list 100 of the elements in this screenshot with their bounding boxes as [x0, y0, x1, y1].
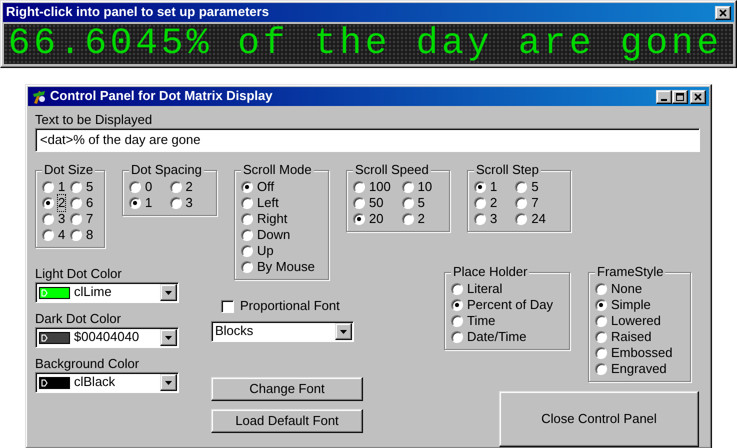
minimize-button[interactable] — [656, 90, 672, 104]
radio-button[interactable] — [42, 181, 54, 193]
font-dropdown[interactable]: Blocks — [211, 321, 354, 342]
radio-button[interactable] — [595, 315, 607, 327]
radio-label: 6 — [86, 194, 94, 212]
push-button[interactable]: Load Default Font — [211, 409, 363, 433]
color-dropdown[interactable]: $00404040 — [35, 327, 179, 348]
radio-label: None — [611, 280, 642, 298]
group-title: FrameStyle — [595, 264, 666, 280]
caret-icon — [165, 290, 172, 294]
radio-label: Engraved — [611, 360, 667, 378]
color-dropdown[interactable]: clBlack — [35, 372, 179, 393]
radio-label: 2 — [490, 194, 498, 212]
radio-label: 5 — [86, 178, 94, 196]
radio-button[interactable] — [241, 197, 253, 209]
push-button[interactable]: Change Font — [211, 377, 363, 401]
maximize-button[interactable] — [672, 90, 688, 104]
radio-button[interactable] — [451, 283, 463, 295]
radio-button[interactable] — [70, 181, 82, 193]
radio-label: Raised — [611, 328, 652, 346]
field-label: Light Dot Color — [35, 266, 123, 282]
field-label: Dark Dot Color — [35, 311, 122, 327]
radio-label: 24 — [531, 210, 546, 228]
text-input-field[interactable]: <dat>% of the day are gone — [35, 128, 700, 152]
radio-button[interactable] — [241, 229, 253, 241]
radio-button[interactable] — [451, 331, 463, 343]
radio-label: 100 — [369, 178, 391, 196]
dropdown-value: $00404040 — [74, 329, 140, 346]
dropdown-value: clLime — [74, 284, 112, 301]
radio-label: Left — [257, 194, 279, 212]
radio-button[interactable] — [474, 181, 486, 193]
group-title: Scroll Speed — [353, 162, 431, 178]
checkbox-label: Proportional Font — [240, 298, 340, 314]
radio-label: Literal — [467, 280, 502, 298]
radio-label: Percent of Day — [467, 296, 553, 314]
radio-button[interactable] — [129, 197, 141, 209]
checkbox[interactable] — [221, 300, 234, 312]
radio-button[interactable] — [595, 347, 607, 359]
radio-button[interactable] — [595, 283, 607, 295]
minimize-icon — [661, 98, 667, 100]
radio-label: 1 — [58, 178, 66, 196]
radio-button[interactable] — [353, 197, 365, 209]
radio-button[interactable] — [451, 315, 463, 327]
radio-button[interactable] — [353, 213, 365, 225]
radio-label: Up — [257, 242, 274, 260]
radio-button[interactable] — [353, 181, 365, 193]
radio-button[interactable] — [515, 181, 528, 193]
radio-button[interactable] — [402, 213, 414, 225]
radio-button[interactable] — [595, 331, 607, 343]
radio-button[interactable] — [241, 213, 253, 225]
radio-label: Embossed — [611, 344, 672, 362]
radio-button[interactable] — [42, 229, 54, 241]
app-icon — [31, 88, 47, 104]
radio-button[interactable] — [402, 197, 414, 209]
radio-button[interactable] — [70, 197, 82, 209]
caret-icon — [340, 330, 347, 334]
radio-label: 7 — [531, 194, 539, 212]
radio-button[interactable] — [515, 213, 528, 225]
dropdown-button[interactable] — [160, 284, 177, 301]
dropdown-button[interactable] — [160, 374, 177, 391]
radio-label: Simple — [611, 296, 651, 314]
caret-icon — [165, 336, 172, 340]
radio-button[interactable] — [42, 213, 54, 225]
radio-button[interactable] — [451, 299, 463, 311]
radio-button[interactable] — [595, 299, 607, 311]
radio-label: 5 — [418, 194, 425, 212]
radio-button[interactable] — [241, 245, 253, 257]
close-icon — [694, 92, 702, 100]
radio-button[interactable] — [42, 197, 54, 209]
close-panel-button[interactable]: Close Control Panel — [499, 391, 699, 447]
radio-button[interactable] — [129, 181, 141, 193]
radio-label: 0 — [145, 178, 152, 196]
radio-label: 1 — [145, 194, 152, 212]
radio-label: 2 — [186, 178, 193, 196]
radio-button[interactable] — [241, 261, 253, 273]
radio-label: 50 — [369, 194, 384, 212]
dropdown-button[interactable] — [160, 329, 177, 346]
radio-button[interactable] — [595, 363, 607, 375]
color-dropdown[interactable]: clLime — [35, 282, 179, 303]
window-title: Control Panel for Dot Matrix Display — [50, 88, 272, 105]
close-button[interactable] — [690, 90, 706, 104]
radio-button[interactable] — [474, 213, 486, 225]
radio-button[interactable] — [402, 181, 414, 193]
radio-label: By Mouse — [257, 258, 315, 276]
radio-label: 2 — [418, 210, 425, 228]
radio-button[interactable] — [170, 181, 182, 193]
radio-label: 3 — [490, 210, 498, 228]
radio-button[interactable] — [515, 197, 528, 209]
radio-button[interactable] — [474, 197, 486, 209]
radio-button[interactable] — [170, 197, 182, 209]
radio-button[interactable] — [241, 181, 253, 193]
field-label: Background Color — [35, 356, 140, 372]
dropdown-button[interactable] — [335, 323, 352, 340]
radio-label: Lowered — [611, 312, 661, 330]
radio-button[interactable] — [70, 229, 82, 241]
close-button[interactable] — [715, 6, 731, 20]
radio-label: 20 — [369, 210, 384, 228]
radio-label: 1 — [490, 178, 498, 196]
radio-button[interactable] — [70, 213, 82, 225]
radio-label: 4 — [58, 226, 66, 244]
